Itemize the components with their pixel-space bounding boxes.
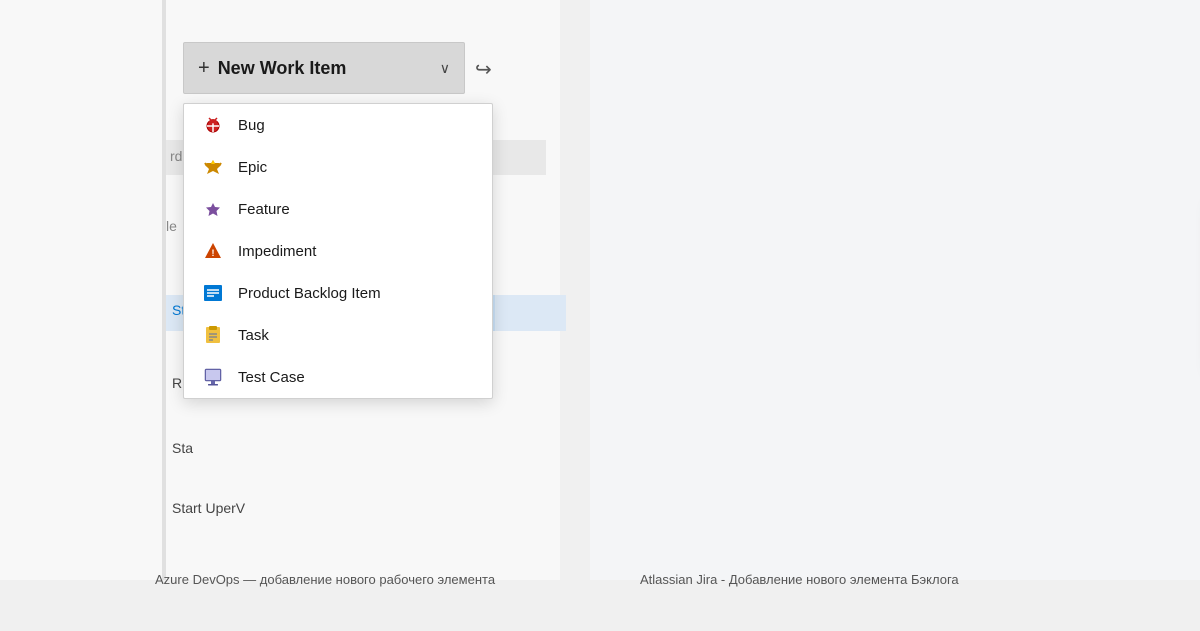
epic-label: Epic	[238, 159, 267, 176]
caption-right: Atlassian Jira - Добавление нового элеме…	[640, 572, 959, 587]
dropdown-item-bug[interactable]: Bug	[184, 104, 492, 146]
epic-icon	[202, 156, 224, 178]
feature-icon	[202, 198, 224, 220]
rd-text: rd	[170, 148, 182, 164]
bug-icon	[202, 114, 224, 136]
le-text: le	[166, 218, 177, 234]
dropdown-item-impediment[interactable]: ! Impediment	[184, 230, 492, 272]
testcase-label: Test Case	[238, 369, 305, 386]
caption-left: Azure DevOps — добавление нового рабочег…	[155, 572, 495, 587]
azure-devops-panel: rd le + New Work Item ∨ ↪	[0, 0, 560, 580]
new-work-item-label: New Work Item	[218, 58, 432, 79]
redirect-icon[interactable]: ↪	[475, 57, 492, 82]
plus-icon: +	[198, 57, 210, 80]
left-border	[162, 0, 166, 580]
pbi-label: Product Backlog Item	[238, 285, 381, 302]
new-work-item-button[interactable]: + New Work Item ∨	[183, 42, 465, 94]
dropdown-item-pbi[interactable]: Product Backlog Item	[184, 272, 492, 314]
dropdown-item-feature[interactable]: Feature	[184, 188, 492, 230]
jira-panel: Тип задачи* История ∨ ? ине н Задание	[590, 0, 1200, 580]
task-label: Task	[238, 327, 269, 344]
dropdown-item-epic[interactable]: Epic	[184, 146, 492, 188]
task-icon	[202, 324, 224, 346]
sta-text: Sta	[172, 440, 193, 456]
new-work-item-dropdown: Bug Epic Feature	[183, 103, 493, 399]
impediment-icon: !	[202, 240, 224, 262]
svg-text:!: !	[212, 248, 215, 258]
impediment-label: Impediment	[238, 243, 316, 260]
feature-label: Feature	[238, 201, 290, 218]
dropdown-item-task[interactable]: Task	[184, 314, 492, 356]
pbi-icon	[202, 282, 224, 304]
bug-label: Bug	[238, 117, 265, 134]
chevron-down-icon: ∨	[440, 60, 450, 77]
start-text: Start UperV	[172, 500, 245, 516]
testcase-icon	[202, 366, 224, 388]
dropdown-item-testcase[interactable]: Test Case	[184, 356, 492, 398]
